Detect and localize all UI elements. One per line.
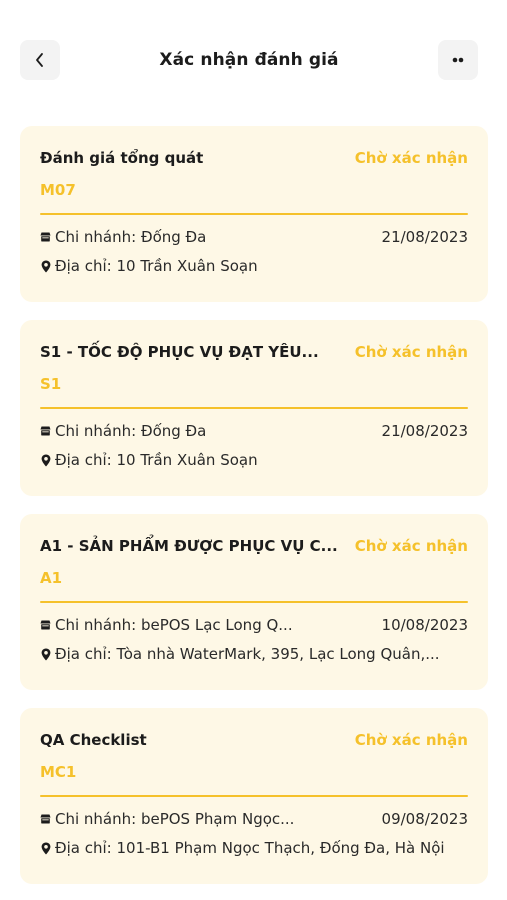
status-badge: Chờ xác nhận (354, 343, 468, 361)
card-divider (40, 213, 468, 215)
card-title: A1 - SẢN PHẨM ĐƯỢC PHỤC VỤ C... (40, 537, 338, 555)
branch-text: Chi nhánh: bePOS Phạm Ngọc... (55, 810, 295, 828)
location-pin-icon (40, 259, 51, 273)
location-pin-icon (40, 841, 51, 855)
card-title: QA Checklist (40, 731, 147, 749)
card-divider (40, 407, 468, 409)
status-badge: Chờ xác nhận (354, 149, 468, 167)
card-code: A1 (40, 569, 63, 587)
store-icon (40, 618, 51, 632)
page-title: Xác nhận đánh giá (159, 50, 339, 70)
address-text: Địa chỉ: 101-B1 Phạm Ngọc Thạch, Đống Đa… (55, 839, 445, 857)
address-row: Địa chỉ: Tòa nhà WaterMark, 395, Lạc Lon… (40, 645, 468, 667)
page: Xác nhận đánh giá Đánh giá tổng quát Chờ… (0, 0, 507, 900)
status-badge: Chờ xác nhận (354, 731, 468, 749)
more-dots-icon (450, 56, 466, 64)
branch-info: Chi nhánh: Đống Đa (40, 228, 206, 246)
card-code: MC1 (40, 763, 77, 781)
address-info: Địa chỉ: 10 Trần Xuân Soạn (40, 451, 468, 469)
review-card[interactable]: QA Checklist Chờ xác nhận MC1 Chi nhánh:… (20, 708, 488, 884)
status-badge: Chờ xác nhận (354, 537, 468, 555)
review-card[interactable]: S1 - TỐC ĐỘ PHỤC VỤ ĐẠT YÊU... Chờ xác n… (20, 320, 488, 496)
branch-text: Chi nhánh: Đống Đa (55, 422, 207, 440)
card-header-row: S1 - TỐC ĐỘ PHỤC VỤ ĐẠT YÊU... Chờ xác n… (40, 340, 468, 364)
review-card[interactable]: Đánh giá tổng quát Chờ xác nhận M07 Chi … (20, 126, 488, 302)
date-text: 21/08/2023 (381, 422, 468, 440)
card-title: Đánh giá tổng quát (40, 149, 204, 167)
branch-info: Chi nhánh: Đống Đa (40, 422, 206, 440)
back-button[interactable] (20, 40, 60, 80)
branch-info: Chi nhánh: bePOS Lạc Long Q... (40, 616, 293, 634)
address-info: Địa chỉ: 101-B1 Phạm Ngọc Thạch, Đống Đa… (40, 839, 468, 857)
date-text: 21/08/2023 (381, 228, 468, 246)
branch-info: Chi nhánh: bePOS Phạm Ngọc... (40, 810, 294, 828)
card-header-row: QA Checklist Chờ xác nhận (40, 728, 468, 752)
location-pin-icon (40, 647, 51, 661)
review-card[interactable]: A1 - SẢN PHẨM ĐƯỢC PHỤC VỤ C... Chờ xác … (20, 514, 488, 690)
header-bar: Xác nhận đánh giá (20, 40, 478, 80)
date-text: 09/08/2023 (381, 810, 468, 828)
address-text: Địa chỉ: 10 Trần Xuân Soạn (55, 451, 258, 469)
date-text: 10/08/2023 (381, 616, 468, 634)
chevron-left-icon (34, 52, 46, 68)
branch-text: Chi nhánh: bePOS Lạc Long Q... (55, 616, 293, 634)
branch-text: Chi nhánh: Đống Đa (55, 228, 207, 246)
branch-row: Chi nhánh: bePOS Lạc Long Q... 10/08/202… (40, 614, 468, 636)
branch-row: Chi nhánh: bePOS Phạm Ngọc... 09/08/2023 (40, 808, 468, 830)
address-text: Địa chỉ: Tòa nhà WaterMark, 395, Lạc Lon… (55, 645, 440, 663)
card-divider (40, 601, 468, 603)
card-header-row: Đánh giá tổng quát Chờ xác nhận (40, 146, 468, 170)
review-list: Đánh giá tổng quát Chờ xác nhận M07 Chi … (20, 126, 488, 900)
card-title: S1 - TỐC ĐỘ PHỤC VỤ ĐẠT YÊU... (40, 343, 319, 361)
address-row: Địa chỉ: 10 Trần Xuân Soạn (40, 257, 468, 279)
address-row: Địa chỉ: 10 Trần Xuân Soạn (40, 451, 468, 473)
card-code: M07 (40, 181, 76, 199)
store-icon (40, 812, 51, 826)
card-header-row: A1 - SẢN PHẨM ĐƯỢC PHỤC VỤ C... Chờ xác … (40, 534, 468, 558)
branch-row: Chi nhánh: Đống Đa 21/08/2023 (40, 420, 468, 442)
card-divider (40, 795, 468, 797)
address-info: Địa chỉ: 10 Trần Xuân Soạn (40, 257, 468, 275)
address-info: Địa chỉ: Tòa nhà WaterMark, 395, Lạc Lon… (40, 645, 468, 663)
more-options-button[interactable] (438, 40, 478, 80)
location-pin-icon (40, 453, 51, 467)
branch-row: Chi nhánh: Đống Đa 21/08/2023 (40, 226, 468, 248)
card-code: S1 (40, 375, 62, 393)
address-row: Địa chỉ: 101-B1 Phạm Ngọc Thạch, Đống Đa… (40, 839, 468, 861)
store-icon (40, 230, 51, 244)
store-icon (40, 424, 51, 438)
address-text: Địa chỉ: 10 Trần Xuân Soạn (55, 257, 258, 275)
